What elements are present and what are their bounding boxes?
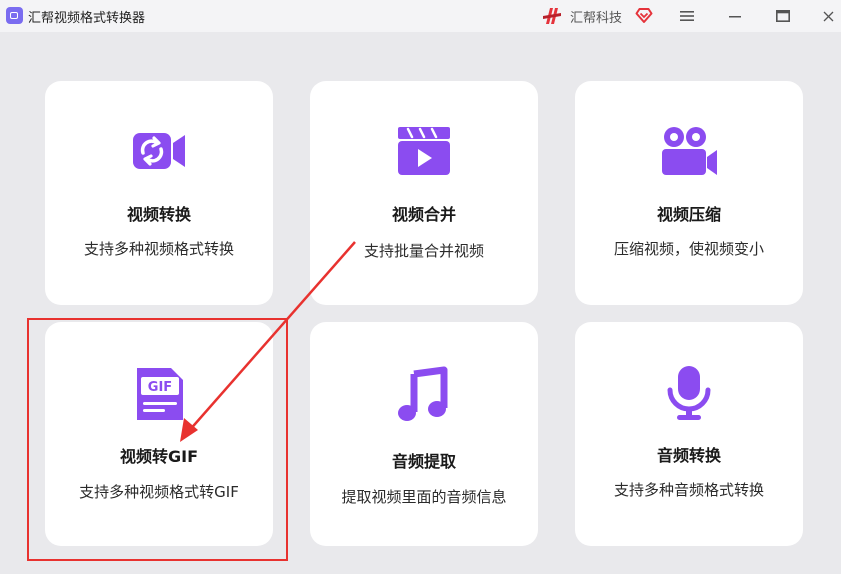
card-desc: 支持多种视频格式转GIF bbox=[79, 483, 239, 501]
minimize-button[interactable] bbox=[717, 0, 753, 32]
card-desc: 提取视频里面的音频信息 bbox=[341, 488, 507, 506]
card-title: 视频转换 bbox=[126, 205, 191, 224]
microphone-icon bbox=[667, 366, 711, 420]
maximize-icon bbox=[776, 10, 790, 22]
card-title: 视频转GIF bbox=[119, 447, 199, 466]
card-desc: 支持多种音频格式转换 bbox=[613, 481, 764, 499]
hamburger-icon bbox=[680, 11, 694, 21]
menu-button[interactable] bbox=[669, 0, 705, 32]
card-video-merge[interactable]: 视频合并 支持批量合并视频 bbox=[310, 81, 538, 305]
app-title: 汇帮视频格式转换器 bbox=[28, 11, 146, 26]
close-icon bbox=[823, 11, 833, 21]
movie-camera-icon bbox=[662, 127, 717, 175]
card-title: 音频转换 bbox=[656, 446, 721, 465]
card-audio-extract[interactable]: 音频提取 提取视频里面的音频信息 bbox=[310, 322, 538, 546]
vip-diamond-icon[interactable] bbox=[635, 6, 653, 24]
card-desc: 支持批量合并视频 bbox=[363, 242, 484, 260]
video-convert-icon bbox=[133, 133, 185, 169]
maximize-button[interactable] bbox=[765, 0, 801, 32]
card-title: 音频提取 bbox=[391, 452, 456, 471]
brand-name: 汇帮科技 bbox=[570, 11, 623, 26]
card-desc: 支持多种视频格式转换 bbox=[83, 240, 234, 258]
card-title: 视频压缩 bbox=[656, 205, 721, 224]
svg-text:GIF: GIF bbox=[148, 380, 172, 395]
card-video-compress[interactable]: 视频压缩 压缩视频，使视频变小 bbox=[575, 81, 803, 305]
music-note-icon bbox=[398, 366, 448, 421]
card-title: 视频合并 bbox=[391, 205, 456, 224]
card-video-convert[interactable]: 视频转换 支持多种视频格式转换 bbox=[45, 81, 273, 305]
gif-file-icon: GIF bbox=[137, 368, 183, 420]
clapperboard-play-icon bbox=[398, 127, 450, 175]
close-button[interactable] bbox=[810, 0, 841, 32]
title-bar: 汇帮视频格式转换器 汇帮科技 bbox=[0, 0, 841, 32]
card-video-to-gif[interactable]: GIF 视频转GIF 支持多种视频格式转GIF bbox=[45, 322, 273, 546]
brand-logo-icon bbox=[543, 8, 561, 24]
card-audio-convert[interactable]: 音频转换 支持多种音频格式转换 bbox=[575, 322, 803, 546]
minimize-icon bbox=[729, 16, 741, 18]
app-logo-icon bbox=[6, 7, 23, 24]
card-desc: 压缩视频，使视频变小 bbox=[613, 240, 764, 258]
